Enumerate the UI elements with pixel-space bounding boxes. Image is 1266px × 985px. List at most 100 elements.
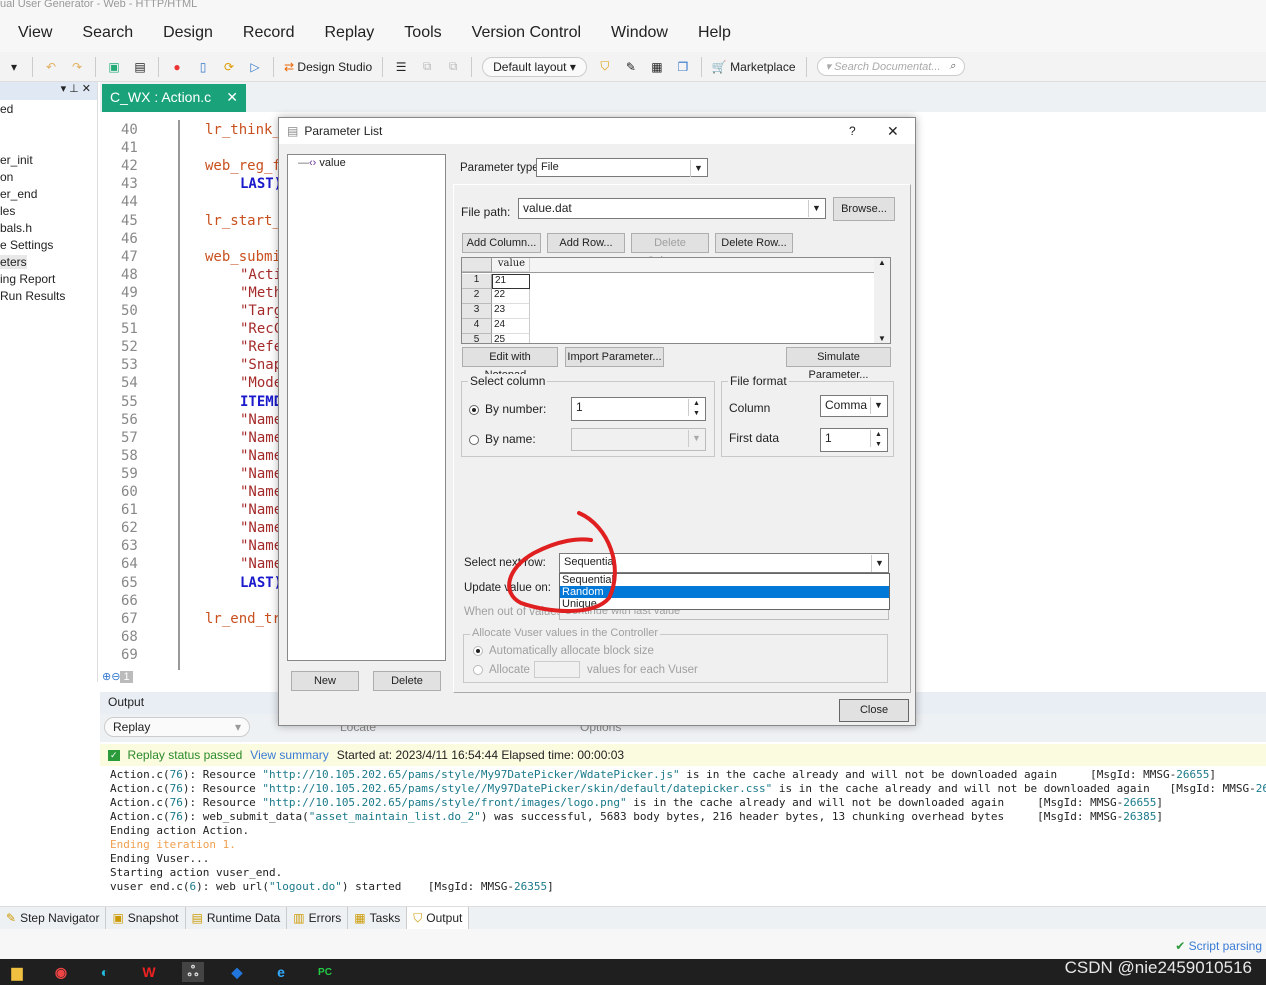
spinner-icon[interactable]: ▲ ▼ (688, 399, 704, 417)
dropdown-icon[interactable]: ▾ (6, 59, 22, 75)
simulate-parameter-button[interactable]: Simulate Parameter... (786, 347, 891, 381)
row-value[interactable]: 22 (492, 289, 530, 304)
menu-search[interactable]: Search (82, 24, 133, 42)
file-path-input[interactable]: value.dat ▼ (518, 198, 826, 219)
explorer-item[interactable]: bals.h (0, 221, 32, 235)
edit-with-notepad-button[interactable]: Edit with Notepad... (462, 347, 558, 381)
menu-window[interactable]: Window (611, 24, 668, 42)
tab-output[interactable]: ⛉ Output (407, 907, 470, 929)
grid-row[interactable]: 5 25 (462, 334, 530, 343)
menu-view[interactable]: View (18, 24, 52, 42)
bookmark-nav-icon[interactable]: ⧉ (445, 59, 461, 75)
spinner-icon[interactable]: ▲ ▼ (870, 430, 886, 448)
ie-icon[interactable]: e (270, 962, 292, 982)
add-row-button[interactable]: Add Row... (547, 233, 625, 253)
output-filter-select[interactable]: Replay ▾ (104, 717, 250, 737)
explorer-item[interactable]: ed (0, 102, 13, 116)
delete-column-button[interactable]: Delete Column... (631, 233, 709, 267)
search-documentation-input[interactable]: ▾ Search Documentat... ⌕ (816, 57, 965, 76)
menu-tools[interactable]: Tools (404, 24, 441, 42)
grid-scrollbar[interactable]: ▲ ▼ (874, 258, 890, 343)
view-summary-link[interactable]: View summary (250, 748, 328, 762)
redo-icon[interactable]: ↷ (69, 59, 85, 75)
list-icon[interactable]: ☰ (393, 59, 409, 75)
editor-tab-action[interactable]: C_WX : Action.c ✕ (102, 84, 246, 112)
bookmark-icon[interactable]: ⧉ (419, 59, 435, 75)
menu-design[interactable]: Design (163, 24, 213, 42)
wps-icon[interactable]: W (138, 962, 160, 982)
marketplace-button[interactable]: 🛒 Marketplace (712, 60, 796, 74)
pen-icon[interactable]: ✎ (623, 59, 639, 75)
auto-allocate-radio[interactable]: Automatically allocate block size (473, 645, 654, 657)
pin-icon[interactable]: ▾ ⊥ ✕ (61, 83, 91, 95)
allocate-radio[interactable]: Allocate (473, 664, 530, 676)
chrome-icon[interactable]: ◉ (50, 962, 72, 982)
shield-icon[interactable]: ⛉ (597, 59, 613, 75)
close-tab-icon[interactable]: ✕ (226, 89, 238, 107)
by-name-radio[interactable]: By name: (469, 432, 536, 446)
grid-row[interactable]: 2 22 (462, 289, 530, 304)
window-icon[interactable]: ❐ (675, 59, 691, 75)
first-data-input[interactable]: 1 ▲ ▼ (820, 428, 888, 452)
browse-button[interactable]: Browse... (833, 197, 895, 221)
explorer-item[interactable]: les (0, 204, 15, 218)
parameter-data-grid[interactable]: value 1 21 2 22 3 23 4 24 5 25 ▲ ▼ (461, 257, 891, 344)
allocate-count-input[interactable] (534, 661, 580, 678)
grid-row[interactable]: 1 21 (462, 274, 530, 289)
undo-icon[interactable]: ↶ (43, 59, 59, 75)
column-name-select[interactable]: ▼ (571, 428, 706, 451)
play-icon[interactable]: ▷ (247, 59, 263, 75)
status-bar (0, 929, 1266, 959)
tab-tasks[interactable]: ▦ Tasks (348, 907, 408, 929)
explorer-item[interactable]: eters (0, 255, 27, 269)
delimiter-select[interactable]: Comma ▼ (820, 395, 888, 417)
by-number-radio[interactable]: By number: (469, 402, 546, 416)
row-value[interactable]: 21 (492, 274, 530, 289)
grid-row[interactable]: 4 24 (462, 319, 530, 334)
tab-errors[interactable]: ▥ Errors (287, 907, 349, 929)
explorer-item[interactable]: e Settings (0, 238, 53, 252)
menu-replay[interactable]: Replay (324, 24, 374, 42)
grid-icon[interactable]: ▦ (649, 59, 665, 75)
run-step-icon[interactable]: ⟳ (221, 59, 237, 75)
parameter-type-select[interactable]: File ▼ (536, 158, 708, 177)
import-parameter-button[interactable]: Import Parameter... (565, 347, 664, 367)
compile-icon[interactable]: ▤ (132, 59, 148, 75)
zoom-controls[interactable]: ⊕⊖ 1 (102, 670, 133, 683)
dialog-close-button[interactable]: ✕ (887, 123, 899, 140)
record-icon[interactable]: ● (169, 59, 185, 75)
pycharm-icon[interactable]: PC (314, 962, 336, 982)
column-number-input[interactable]: 1 ▲ ▼ (571, 397, 706, 421)
explorer-item[interactable]: ing Report (0, 272, 55, 286)
row-value[interactable]: 23 (492, 304, 530, 319)
row-value[interactable]: 24 (492, 319, 530, 334)
tab-runtime-data[interactable]: ▤ Runtime Data (186, 907, 288, 929)
menu-help[interactable]: Help (698, 24, 731, 42)
add-column-button[interactable]: Add Column... (462, 233, 541, 253)
save-icon[interactable]: ▣ (106, 59, 122, 75)
design-studio-button[interactable]: ⇄ Design Studio (284, 60, 372, 74)
tab-snapshot[interactable]: ▣ Snapshot (106, 907, 186, 929)
tab-step-navigator[interactable]: ✎ Step Navigator (0, 907, 107, 929)
explorer-item[interactable]: er_end (0, 187, 37, 201)
explorer-item[interactable]: Run Results (0, 289, 65, 303)
explorer-item[interactable]: er_init (0, 153, 33, 167)
explorer-item[interactable]: on (0, 170, 13, 184)
new-button[interactable]: New (291, 671, 359, 691)
script-icon[interactable]: ▯ (195, 59, 211, 75)
delete-button[interactable]: Delete (373, 671, 441, 691)
help-button[interactable]: ? (849, 124, 856, 138)
layout-select[interactable]: Default layout ▾ (482, 56, 587, 77)
tree-item-value[interactable]: —‹› value (288, 155, 445, 171)
menu-version-control[interactable]: Version Control (472, 24, 581, 42)
vugen-icon[interactable]: ஃ (182, 962, 204, 982)
menu-record[interactable]: Record (243, 24, 295, 42)
edge-icon[interactable]: ◐ (94, 962, 116, 982)
dialog-icon: ▤ (287, 124, 299, 138)
app-icon[interactable]: ◆ (226, 962, 248, 982)
delete-row-button[interactable]: Delete Row... (715, 233, 793, 253)
file-explorer-icon[interactable]: ▆ (6, 962, 28, 982)
row-value[interactable]: 25 (492, 334, 530, 343)
close-button[interactable]: Close (839, 699, 909, 722)
grid-row[interactable]: 3 23 (462, 304, 530, 319)
